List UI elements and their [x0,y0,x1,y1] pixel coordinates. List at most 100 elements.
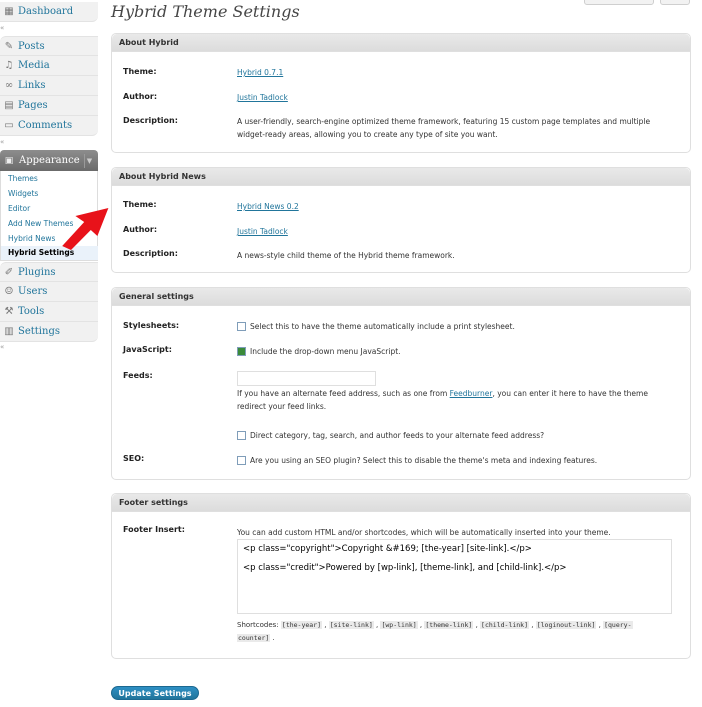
theme-value: Hybrid 0.7.1 [237,66,283,79]
direct-feeds-text: Direct category, tag, search, and author… [250,431,545,440]
update-settings-button[interactable]: Update Settings [111,686,199,700]
dashboard-icon: ▦ [4,6,14,17]
box-heading: General settings [112,288,690,306]
footer-settings-box: Footer settings Footer Insert: You can a… [111,493,691,659]
box-heading: About Hybrid [112,34,690,52]
author-link[interactable]: Justin Tadlock [237,93,288,102]
sidebar-item-plugins[interactable]: ✐ Plugins [0,262,98,282]
help-button[interactable] [660,0,690,5]
footer-insert-textarea[interactable]: <p class="copyright">Copyright &#169; [t… [237,539,672,614]
appearance-icon: ▣ [4,155,14,166]
seo-checkbox[interactable] [237,456,246,465]
shortcode: counter] [237,634,271,642]
sidebar-item-label: Pages [18,100,48,111]
sidebar-item-label: Comments [18,120,73,131]
theme-value: Hybrid News 0.2 [237,200,299,213]
description-line: widget-ready areas, allowing you to crea… [237,130,498,139]
author-link[interactable]: Justin Tadlock [237,227,288,236]
author-label: Author: [123,92,158,101]
admin-sidebar: ▦ Dashboard « ✎ Posts ♫ Media ∞ Links ▤ … [0,0,98,707]
footer-insert-label: Footer Insert: [123,525,185,534]
sidebar-item-label: Plugins [18,266,56,278]
shortcode: [wp-link] [380,621,418,629]
theme-link[interactable]: Hybrid 0.7.1 [237,68,283,77]
direct-feeds-checkbox[interactable] [237,431,246,440]
description-line: A user-friendly, search-engine optimized… [237,117,651,126]
sidebar-item-label: Users [18,286,48,297]
sidebar-item-label: Posts [18,40,45,52]
sidebar-item-users[interactable]: ☺ Users [0,282,98,302]
links-icon: ∞ [4,80,14,91]
javascript-text: Include the drop-down menu JavaScript. [250,347,401,356]
submenu-toggle-icon[interactable]: ▼ [84,153,94,168]
sidebar-item-label: Dashboard [18,6,74,17]
javascript-label: JavaScript: [123,345,172,354]
settings-icon: ▥ [4,326,14,337]
sidebar-item-label: Media [18,60,50,71]
footer-help-text: You can add custom HTML and/or shortcode… [237,528,611,537]
sidebar-item-label: Appearance [19,155,80,166]
shortcode: [the-year] [280,621,323,629]
submenu-item-hybrid-news[interactable]: Hybrid News [8,234,55,243]
feeds-help: If you have an alternate feed address, s… [237,387,682,413]
sidebar-item-tools[interactable]: ⚒ Tools [0,302,98,322]
collapse-arrow-icon[interactable]: « [0,138,4,146]
tools-icon: ⚒ [4,306,14,317]
feeds-help-text: , you can enter it here to have the them… [492,389,648,398]
sidebar-item-posts[interactable]: ✎ Posts [0,36,98,56]
feeds-input[interactable] [237,371,376,386]
shortcode: [child-link] [480,621,530,629]
stylesheets-checkbox[interactable] [237,322,246,331]
about-hybrid-box: About Hybrid Theme: Hybrid 0.7.1 Author:… [111,33,691,153]
feeds-help-text: redirect your feed links. [237,402,327,411]
plugins-icon: ✐ [4,266,14,278]
sidebar-item-comments[interactable]: ▭ Comments [0,116,98,136]
theme-link[interactable]: Hybrid News 0.2 [237,202,299,211]
general-settings-box: General settings Stylesheets: Select thi… [111,287,691,480]
theme-label: Theme: [123,200,157,209]
javascript-checkbox[interactable] [237,347,246,356]
sidebar-item-appearance[interactable]: ▣ Appearance ▼ [0,150,98,171]
description-value: A news-style child theme of the Hybrid t… [237,251,455,260]
box-heading: Footer settings [112,494,690,512]
description-value: A user-friendly, search-engine optimized… [237,115,677,141]
shortcode: [theme-link] [424,621,474,629]
comments-icon: ▭ [4,120,14,131]
pin-icon: ✎ [4,40,14,52]
sidebar-item-settings[interactable]: ▥ Settings [0,322,98,342]
about-hybrid-news-box: About Hybrid News Theme: Hybrid News 0.2… [111,167,691,273]
shortcodes-list: Shortcodes: [the-year] , [site-link] , [… [237,621,633,642]
media-icon: ♫ [4,60,14,71]
users-icon: ☺ [4,286,14,297]
collapse-arrow-icon[interactable]: « [0,343,4,351]
sidebar-item-label: Links [18,80,46,91]
feeds-label: Feeds: [123,371,153,380]
author-label: Author: [123,225,158,234]
shortcodes-label: Shortcodes: [237,621,279,629]
shortcode: [query- [603,621,633,629]
seo-text: Are you using an SEO plugin? Select this… [250,456,598,465]
seo-label: SEO: [123,454,145,463]
submenu-item-themes[interactable]: Themes [8,174,38,183]
description-label: Description: [123,116,178,125]
textarea-line: <p class="copyright">Copyright &#169; [t… [243,544,532,554]
sidebar-item-label: Tools [18,306,45,317]
sidebar-item-links[interactable]: ∞ Links [0,76,98,96]
description-label: Description: [123,249,178,258]
theme-label: Theme: [123,67,157,76]
submenu-item-editor[interactable]: Editor [8,204,30,213]
screen-options-button[interactable] [584,0,654,5]
stylesheets-label: Stylesheets: [123,321,180,330]
submenu-item-widgets[interactable]: Widgets [8,189,38,198]
sidebar-item-label: Settings [18,326,60,337]
textarea-line: <p class="credit">Powered by [wp-link], … [243,563,567,573]
pages-icon: ▤ [4,100,14,111]
feedburner-link[interactable]: Feedburner [450,389,493,398]
author-value: Justin Tadlock [237,225,288,238]
feeds-help-text: If you have an alternate feed address, s… [237,389,450,398]
sidebar-item-dashboard[interactable]: ▦ Dashboard [0,2,98,22]
collapse-arrow-icon[interactable]: « [0,24,4,32]
sidebar-item-media[interactable]: ♫ Media [0,56,98,76]
sidebar-item-pages[interactable]: ▤ Pages [0,96,98,116]
page-title: Hybrid Theme Settings [111,2,300,21]
